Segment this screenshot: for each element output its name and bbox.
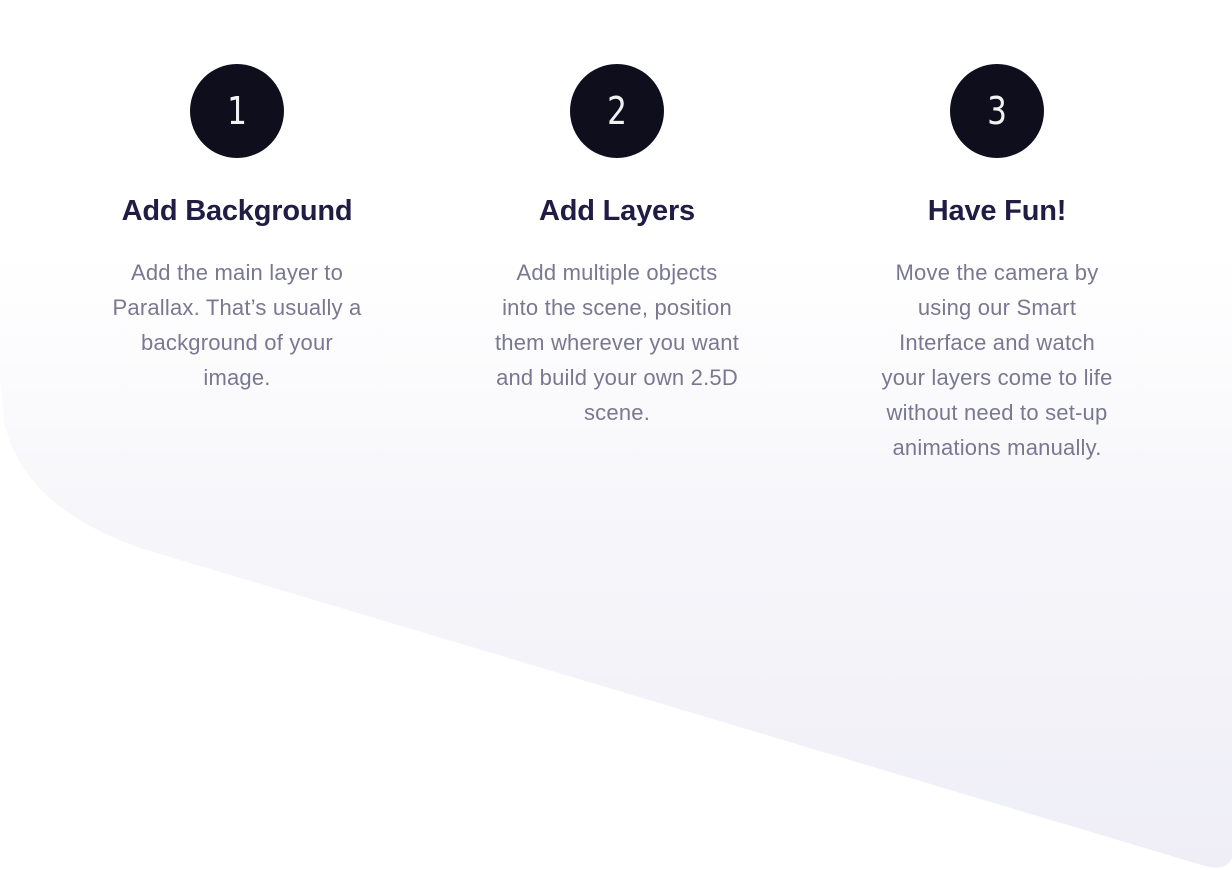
description-line: Move the camera by [895,260,1099,285]
description-line: them wherever you want [494,330,740,355]
step-description: Move the camera by using our Smart Inter… [847,255,1147,465]
step-1: 1 Add Background Add the main layer to P… [87,64,387,395]
step-number-badge: 1 [190,64,284,158]
step-number-badge: 3 [950,64,1044,158]
step-2: 2 Add Layers Add multiple objects into t… [467,64,767,430]
description-line: scene. [583,400,651,425]
step-title: Add Layers [539,195,695,227]
description-line: Add the main layer to [130,260,344,285]
description-line: without need to set-up [886,400,1108,425]
step-number-badge: 2 [570,64,664,158]
description-line: and build your own 2.5D [496,365,738,390]
step-title: Add Background [121,195,353,227]
step-3: 3 Have Fun! Move the camera by using our… [847,64,1147,465]
description-line: Parallax. That’s usually a [112,295,362,320]
description-line: background of your [141,330,333,355]
description-line: animations manually. [892,435,1102,460]
step-title: Have Fun! [927,195,1067,227]
description-line: into the scene, position [502,295,732,320]
description-line: Interface and watch [899,330,1095,355]
description-line: using our Smart [917,295,1077,320]
description-line: your layers come to life [881,365,1113,390]
step-number: 2 [607,89,627,133]
step-number: 1 [227,89,247,133]
description-line: image. [203,365,271,390]
step-description: Add the main layer to Parallax. That’s u… [87,255,387,395]
steps-section: 1 Add Background Add the main layer to P… [0,0,1232,870]
description-line: Add multiple objects [516,260,718,285]
step-description: Add multiple objects into the scene, pos… [467,255,767,430]
step-number: 3 [987,89,1007,133]
